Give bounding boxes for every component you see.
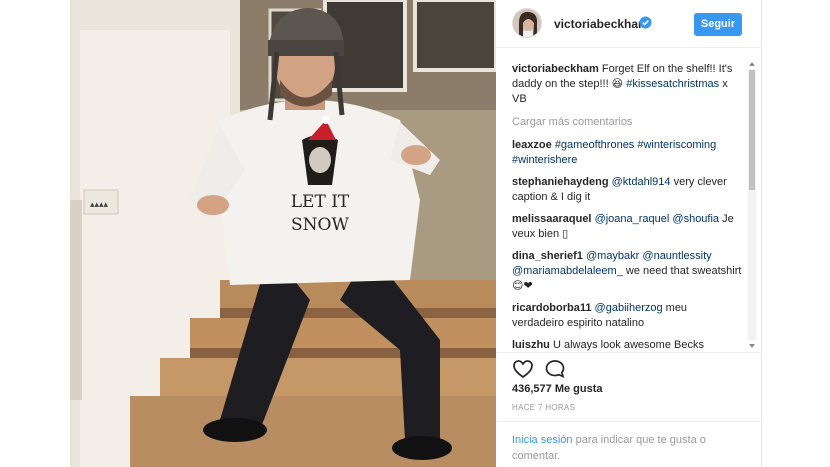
comment-mention[interactable]: @gabiiherzog — [595, 302, 663, 314]
action-bar — [496, 352, 762, 382]
comment-item: stephaniehaydeng @ktdahl914 very clever … — [512, 175, 742, 205]
post-timestamp: HACE 7 HORAS — [512, 403, 576, 412]
comment-bubble-icon[interactable] — [544, 359, 566, 379]
comment-username[interactable]: ricardoborba11 — [512, 302, 591, 314]
comment-mention[interactable]: @ktdahl914 — [612, 176, 671, 188]
scrollbar-thumb[interactable] — [749, 70, 755, 190]
comment-mention[interactable]: @nauntlessity — [642, 250, 711, 262]
comment-username[interactable]: stephaniehaydeng — [512, 176, 609, 188]
comment-username[interactable]: melissaaraquel — [512, 213, 592, 225]
verified-badge-icon — [639, 16, 652, 29]
avatar[interactable] — [512, 8, 542, 38]
comment-username[interactable]: luiszhu — [512, 339, 550, 351]
post-sidebar: victoriabeckham Seguir victoriabeckham F… — [496, 0, 762, 467]
comment-mention[interactable]: @maybakr — [586, 250, 639, 262]
comment-username[interactable]: leaxzoe — [512, 139, 552, 151]
like-count[interactable]: 436,577 Me gusta — [512, 383, 603, 395]
post-header: victoriabeckham Seguir — [496, 0, 762, 48]
comment-mention[interactable]: @joana_raquel — [595, 213, 670, 225]
svg-text:▴▴▴▴: ▴▴▴▴ — [90, 200, 109, 210]
login-link[interactable]: Inicia sesión — [512, 434, 573, 446]
comment-mention[interactable]: #gameofthrones — [555, 139, 635, 151]
sweater-print-line2: SNOW — [291, 215, 349, 235]
comment-item: luiszhu U always look awesome Becks — [512, 338, 742, 352]
comment-container: leaxzoe #gameofthrones #winteriscoming #… — [512, 138, 742, 352]
comment-username[interactable]: dina_sherief1 — [512, 250, 583, 262]
scroll-up-icon[interactable] — [749, 62, 755, 66]
comment-mention[interactable]: @mariamabdelaleem_ — [512, 265, 623, 277]
comment-item: leaxzoe #gameofthrones #winteriscoming #… — [512, 138, 742, 168]
photo-illustration: ▴▴▴▴ LET IT SNOW — [70, 0, 496, 467]
scroll-down-icon[interactable] — [749, 344, 755, 348]
heart-icon[interactable] — [512, 359, 534, 379]
comments-scrollbar[interactable] — [748, 62, 756, 348]
comment-item: melissaaraquel @joana_raquel @shoufia Je… — [512, 212, 742, 242]
comment-mention[interactable]: #winteriscoming — [637, 139, 716, 151]
comment-mention[interactable]: #winterishere — [512, 154, 577, 166]
header-username[interactable]: victoriabeckham — [554, 17, 649, 31]
comment-text: U always look awesome Becks — [549, 339, 704, 351]
login-prompt: Inicia sesión para indicar que te gusta … — [496, 421, 762, 467]
avatar-image — [513, 9, 541, 37]
caption-username[interactable]: victoriabeckham — [512, 63, 599, 75]
load-more-comments[interactable]: Cargar más comentarios — [512, 115, 742, 130]
comment-item: dina_sherief1 @maybakr @nauntlessity @ma… — [512, 249, 742, 294]
caption-hashtag[interactable]: #kissesatchristmas — [626, 78, 719, 90]
sweater-print-line1: LET IT — [291, 192, 350, 212]
caption: victoriabeckham Forget Elf on the shelf!… — [512, 62, 742, 107]
comment-item: ricardoborba11 @gabiiherzog meu verdadei… — [512, 301, 742, 331]
comment-mention[interactable]: @shoufia — [672, 213, 719, 225]
comments-list: victoriabeckham Forget Elf on the shelf!… — [512, 62, 742, 352]
follow-button[interactable]: Seguir — [694, 13, 742, 36]
post-photo[interactable]: ▴▴▴▴ LET IT SNOW — [70, 0, 496, 467]
